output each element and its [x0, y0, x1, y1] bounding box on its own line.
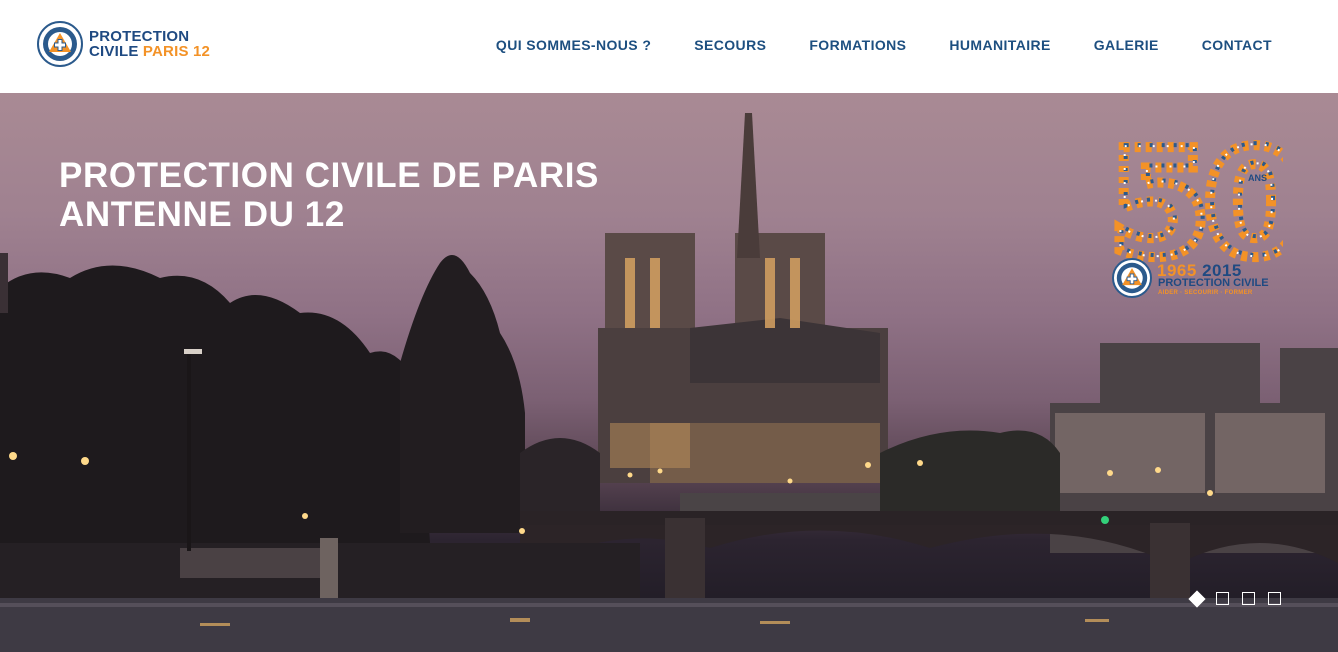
anniversary-emblem-icon: [1112, 258, 1152, 298]
hero-title-line-2: ANTENNE DU 12: [59, 195, 345, 234]
site-logo[interactable]: PROTECTION CIVILE PARIS 12: [37, 20, 210, 68]
slider-pagination: [1188, 590, 1294, 607]
anniversary-ans-label: ANS: [1248, 173, 1268, 183]
hero-headline: PROTECTION CIVILE DE PARIS ANTENNE DU 12: [59, 156, 599, 234]
nav-link-contact[interactable]: CONTACT: [1202, 37, 1272, 53]
nav-link-humanitaire[interactable]: HUMANITAIRE: [949, 37, 1050, 53]
protection-civile-emblem-icon: [37, 21, 83, 67]
logo-wordmark: PROTECTION CIVILE PARIS 12: [89, 29, 210, 59]
nav-link-secours[interactable]: SECOURS: [694, 37, 766, 53]
site-header: PROTECTION CIVILE PARIS 12 QUI SOMMES-NO…: [0, 0, 1338, 93]
logo-line-1: PROTECTION: [89, 28, 190, 45]
slide-dot-2[interactable]: [1216, 592, 1229, 605]
anniversary-org-name: PROTECTION CIVILE: [1158, 277, 1269, 289]
slide-dot-1[interactable]: [1188, 590, 1206, 607]
nav-link-qui-sommes-nous[interactable]: QUI SOMMES-NOUS ?: [496, 37, 651, 53]
hero-slider: PROTECTION CIVILE DE PARIS ANTENNE DU 12…: [0, 93, 1338, 652]
nav-link-formations[interactable]: FORMATIONS: [809, 37, 906, 53]
logo-paris-12: PARIS 12: [142, 43, 211, 60]
slide-dot-3[interactable]: [1242, 592, 1255, 605]
slide-dot-4[interactable]: [1268, 592, 1281, 605]
anniversary-motto: AIDER · SECOURIR · FORMER: [1158, 290, 1253, 296]
main-navigation: QUI SOMMES-NOUS ? SECOURS FORMATIONS HUM…: [453, 37, 1272, 53]
logo-civile: CIVILE: [89, 43, 139, 60]
nav-link-galerie[interactable]: GALERIE: [1094, 37, 1159, 53]
hero-title-line-1: PROTECTION CIVILE DE PARIS: [59, 156, 600, 195]
logo-line-2: CIVILE PARIS 12: [89, 44, 210, 59]
